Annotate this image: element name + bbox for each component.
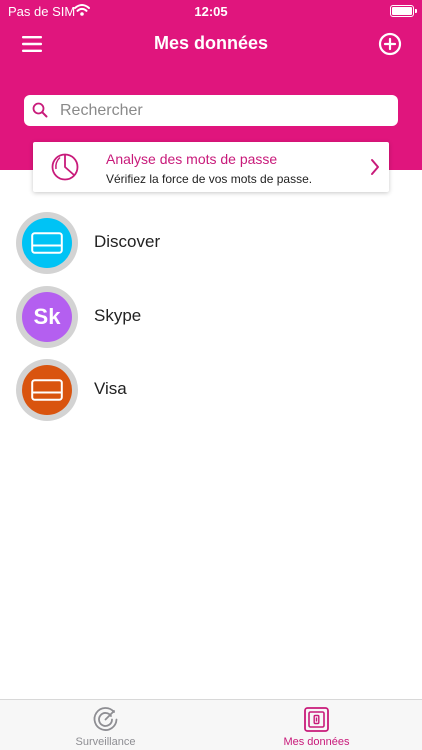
- plus-circle-icon[interactable]: [378, 32, 402, 56]
- analysis-subtitle: Vérifiez la force de vos mots de passe.: [106, 172, 313, 186]
- item-label: Visa: [94, 379, 127, 398]
- avatar: [22, 365, 72, 415]
- item-label: Skype: [94, 306, 142, 325]
- password-analysis-card[interactable]: Analyse des mots de passe Vérifiez la fo…: [33, 142, 389, 192]
- tab-label: Surveillance: [75, 736, 136, 748]
- analysis-title: Analyse des mots de passe: [106, 151, 278, 167]
- item-label: Discover: [94, 232, 161, 251]
- battery-icon: [390, 5, 417, 17]
- list-item-visa[interactable]: Visa: [0, 356, 422, 422]
- chevron-right-icon: [371, 159, 379, 175]
- list-item-skype[interactable]: Sk Skype: [0, 283, 422, 349]
- page-title: Mes données: [153, 33, 269, 53]
- tab-bar: Surveillance Mes données: [0, 699, 422, 750]
- tab-mes-donnees[interactable]: Mes données: [211, 700, 422, 750]
- credit-card-icon: [31, 232, 63, 254]
- avatar: [22, 218, 72, 268]
- list-item-discover[interactable]: Discover: [0, 209, 422, 275]
- nav-bar: Mes données: [0, 22, 422, 66]
- avatar: Sk: [22, 292, 72, 342]
- vault-icon: [304, 707, 329, 732]
- gauge-icon: [51, 153, 79, 181]
- status-bar: Pas de SIM 12:05: [0, 0, 422, 22]
- tab-label: Mes données: [283, 736, 350, 748]
- clock: 12:05: [194, 4, 228, 19]
- credit-card-icon: [31, 379, 63, 401]
- radar-icon: [93, 707, 118, 731]
- avatar-initials: Sk: [33, 304, 61, 329]
- tab-surveillance[interactable]: Surveillance: [0, 700, 211, 750]
- search-input[interactable]: [60, 95, 390, 126]
- search-icon: [32, 102, 48, 118]
- search-box[interactable]: [24, 95, 398, 126]
